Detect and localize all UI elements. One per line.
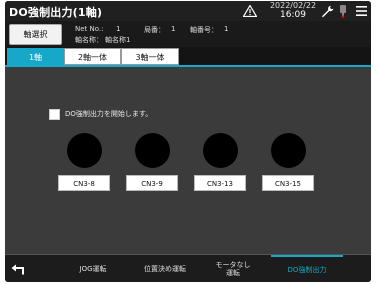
tab-bar: 1軸 2軸一体 3軸一体 <box>5 47 371 67</box>
axis-select-button[interactable]: 軸選択 <box>9 24 62 45</box>
warning-icon[interactable] <box>243 5 257 17</box>
datetime: 2022/02/22 16:09 <box>263 1 323 21</box>
plug-icon[interactable] <box>339 5 347 18</box>
tab-3-axis[interactable]: 3軸一体 <box>121 48 179 65</box>
output-lamp-cn3-9 <box>135 133 170 168</box>
net-no-label: Net No.: <box>75 25 104 33</box>
screen: DO強制出力(1軸) 2022/02/22 16:09 軸選択 Net No.:… <box>5 1 371 282</box>
axis-no-label: 軸番号： <box>190 26 218 34</box>
bottom-nav: JOG運転 位置決め運転 モータなし 運転 DO強制出力 <box>5 254 371 282</box>
axis-name-label: 軸名称： <box>75 36 103 44</box>
output-button-cn3-8[interactable]: CN3-8 <box>58 175 110 191</box>
output-button-cn3-9[interactable]: CN3-9 <box>126 175 178 191</box>
station-label: 局番： <box>144 26 165 34</box>
station-value: 1 <box>171 25 176 33</box>
wrench-icon[interactable] <box>321 5 334 18</box>
output-lamp-cn3-8 <box>67 133 102 168</box>
axis-name-value: 軸名称1 <box>105 36 131 44</box>
start-output-checkbox[interactable] <box>49 109 60 120</box>
output-button-cn3-15[interactable]: CN3-15 <box>262 175 314 191</box>
start-output-label: DO強制出力を開始します。 <box>65 110 153 118</box>
tab-2-axis[interactable]: 2軸一体 <box>64 48 121 65</box>
title-bar: DO強制出力(1軸) 2022/02/22 16:09 <box>5 1 371 21</box>
output-lamp-cn3-15 <box>271 133 306 168</box>
nav-jog[interactable]: JOG運転 <box>63 255 123 282</box>
nav-motorless[interactable]: モータなし 運転 <box>205 255 261 282</box>
do-output-panel: DO強制出力を開始します。 CN3-8 CN3-9 CN3-13 CN3-15 <box>5 67 371 253</box>
output-lamp-cn3-13 <box>203 133 238 168</box>
axis-info-bar: 軸選択 Net No.: 1 局番： 1 軸番号： 1 軸名称： 軸名称1 <box>5 21 371 47</box>
date-text: 2022/02/22 <box>269 1 317 10</box>
menu-icon[interactable] <box>356 6 367 16</box>
device-frame: DO強制出力(1軸) 2022/02/22 16:09 軸選択 Net No.:… <box>0 0 376 284</box>
axis-no-value: 1 <box>224 25 229 33</box>
tab-1-axis[interactable]: 1軸 <box>7 48 64 65</box>
output-button-cn3-13[interactable]: CN3-13 <box>194 175 246 191</box>
net-no-value: 1 <box>116 25 121 33</box>
time-text: 16:09 <box>280 10 306 20</box>
nav-positioning[interactable]: 位置決め運転 <box>133 255 197 282</box>
back-arrow-icon[interactable] <box>11 264 25 275</box>
nav-do-forced-output[interactable]: DO強制出力 <box>271 255 343 282</box>
page-title: DO強制出力(1軸) <box>9 6 103 19</box>
